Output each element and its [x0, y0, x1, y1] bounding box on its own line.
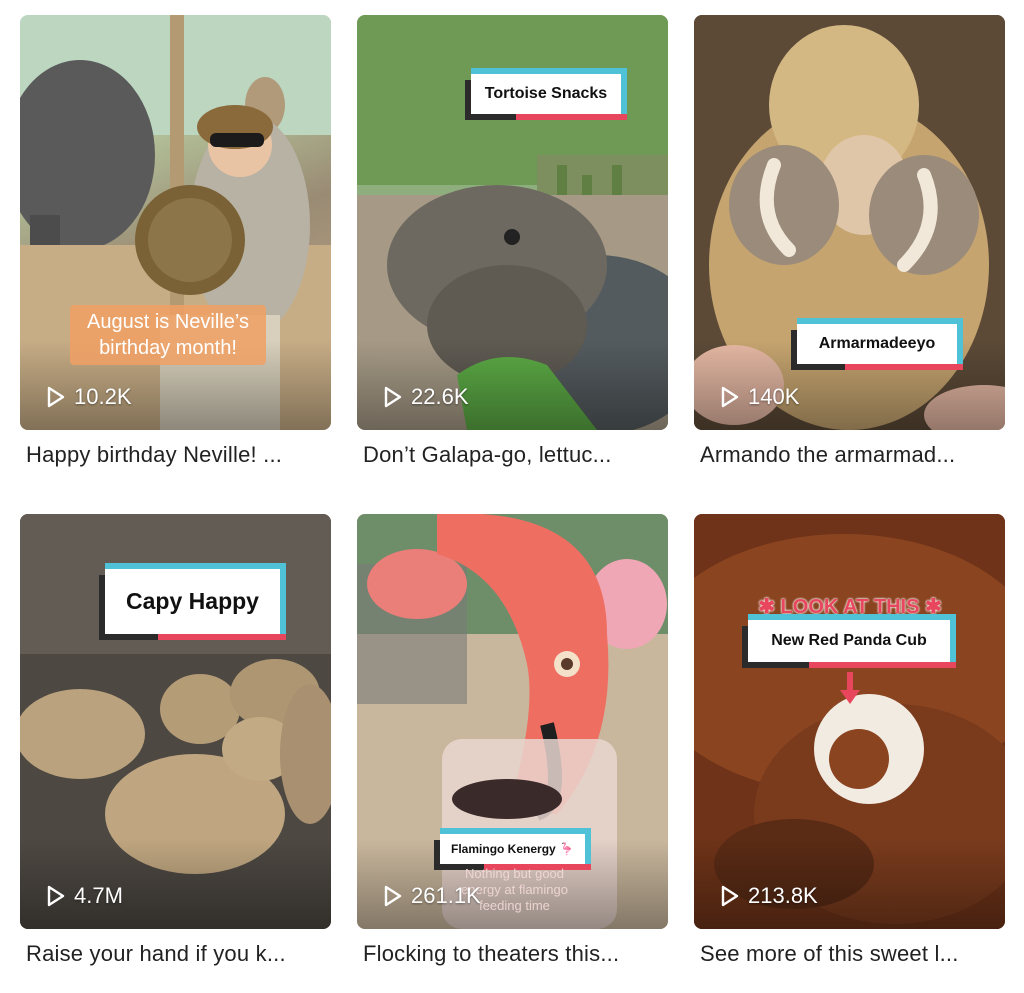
play-icon	[384, 885, 402, 907]
video-caption[interactable]: See more of this sweet l...	[700, 941, 959, 967]
video-sticker-text: Capy Happy	[126, 588, 259, 614]
video-thumbnail[interactable]: August is Neville’s birthday month! 10.2…	[20, 15, 331, 430]
video-thumbnail[interactable]: Capy Happy 4.7M	[20, 514, 331, 929]
view-count-text: 4.7M	[74, 883, 123, 908]
video-sticker: Capy Happy	[105, 563, 286, 640]
thumbnail-illustration	[20, 15, 331, 430]
arrow-down-icon	[840, 672, 860, 704]
video-thumbnail[interactable]: ✱ LOOK AT THIS ✱ New Red Panda Cub 213.8…	[694, 514, 1005, 929]
view-count: 10.2K	[46, 384, 132, 410]
video-sticker-text: Armarmadeeyo	[818, 335, 936, 352]
play-icon	[384, 386, 402, 408]
video-caption[interactable]: Don’t Galapa-go, lettuc...	[363, 442, 612, 468]
video-caption[interactable]: Flocking to theaters this...	[363, 941, 619, 967]
view-count: 140K	[720, 384, 799, 410]
view-count: 4.7M	[46, 883, 123, 909]
play-icon	[721, 885, 739, 907]
video-sticker-text: New Red Panda Cub	[771, 632, 927, 649]
view-count-text: 22.6K	[411, 384, 469, 409]
play-icon	[47, 885, 65, 907]
play-icon	[47, 386, 65, 408]
thumbnail-illustration	[694, 514, 1005, 929]
play-icon	[721, 386, 739, 408]
view-count-text: 213.8K	[748, 883, 818, 908]
view-count-text: 140K	[748, 384, 800, 409]
view-count: 22.6K	[383, 384, 469, 410]
video-sticker: Armarmadeeyo	[797, 318, 963, 370]
view-count: 213.8K	[720, 883, 818, 909]
video-thumbnail[interactable]: Flamingo Kenergy 🦩 Nothing but good ener…	[357, 514, 668, 929]
video-sticker: Flamingo Kenergy 🦩	[440, 828, 591, 870]
video-sticker: Tortoise Snacks	[471, 68, 627, 120]
video-overlay-text: August is Neville’s birthday month!	[70, 305, 266, 365]
view-count-text: 261.1K	[411, 883, 481, 908]
view-count-text: 10.2K	[74, 384, 132, 409]
video-grid: August is Neville’s birthday month! 10.2…	[0, 0, 1024, 993]
video-sticker-text: Flamingo Kenergy 🦩	[451, 842, 574, 856]
video-thumbnail[interactable]: Armarmadeeyo 140K	[694, 15, 1005, 430]
view-count: 261.1K	[383, 883, 481, 909]
video-caption[interactable]: Armando the armarmad...	[700, 442, 955, 468]
video-caption[interactable]: Raise your hand if you k...	[26, 941, 286, 967]
video-caption[interactable]: Happy birthday Neville! ...	[26, 442, 282, 468]
video-thumbnail[interactable]: Tortoise Snacks 22.6K	[357, 15, 668, 430]
video-sticker: New Red Panda Cub	[748, 614, 956, 668]
video-sticker-text: Tortoise Snacks	[484, 85, 608, 102]
